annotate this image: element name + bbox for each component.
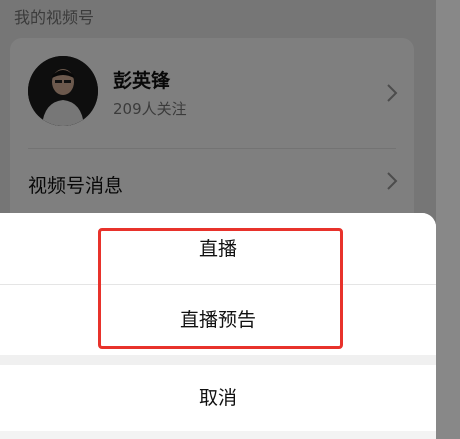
- cancel-button[interactable]: 取消: [0, 365, 436, 431]
- highlight-box: [98, 228, 343, 349]
- edge-strip: [436, 0, 460, 439]
- sheet-gap: [0, 355, 436, 365]
